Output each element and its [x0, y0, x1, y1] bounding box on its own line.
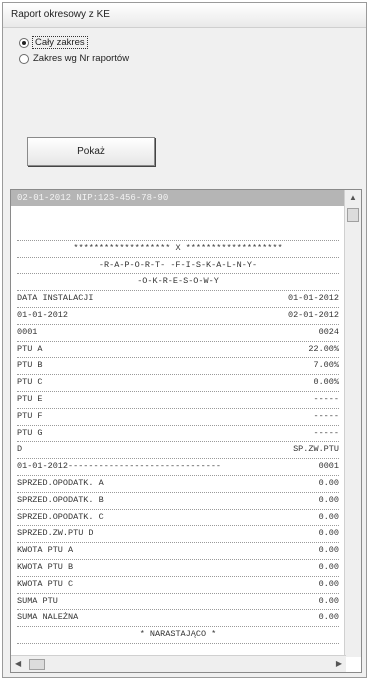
receipt-header: 02-01-2012 NIP:123-456-78-90	[11, 190, 346, 206]
receipt-line-label: PTU E	[17, 393, 43, 404]
receipt-line: PTU B 7.00%	[17, 358, 339, 376]
receipt-line: PTU C 0.00%	[17, 375, 339, 392]
receipt-line-value: 0.00	[318, 511, 339, 522]
receipt-line: * NARASTAJĄCO *	[17, 627, 339, 644]
receipt-line-label: KWOTA PTU C	[17, 578, 74, 589]
receipt-line: PTU F -----	[17, 409, 339, 426]
receipt-line-text: -O-K-R-E-S-O-W-Y	[137, 276, 219, 287]
receipt-line-label: PTU G	[17, 427, 43, 438]
receipt-line-value: -----	[313, 427, 339, 438]
receipt-line: SUMA PTU 0.00	[17, 594, 339, 611]
receipt-line-value: -----	[313, 393, 339, 404]
radio-report-range[interactable]	[19, 54, 29, 64]
receipt-line-label: SPRZED.OPODATK. A	[17, 477, 104, 488]
receipt-line: PTU G -----	[17, 426, 339, 443]
receipt-line-value: 0001	[318, 461, 339, 472]
receipt-line-label: PTU B	[17, 360, 43, 371]
window-title: Raport okresowy z KE	[11, 9, 110, 20]
receipt-line: 01-01-2012------------------------------…	[17, 459, 339, 476]
receipt-line-value: 0.00	[318, 545, 339, 556]
report-window: Raport okresowy z KE Cały zakres Zakres …	[2, 2, 367, 678]
receipt-line-label: PTU F	[17, 410, 43, 421]
receipt-line-value: 0.00	[318, 477, 339, 488]
receipt-line-label: KWOTA PTU B	[17, 561, 74, 572]
receipt-line-value: 7.00%	[313, 360, 339, 371]
receipt-view: 02-01-2012 NIP:123-456-78-90 ***********…	[10, 189, 362, 673]
receipt-line: PTU E -----	[17, 392, 339, 409]
receipt-line-value: 0024	[318, 326, 339, 337]
receipt-line-value: 0.00	[318, 595, 339, 606]
option-report-range[interactable]: Zakres wg Nr raportów	[17, 51, 247, 67]
arrow-right-icon[interactable]: ▶	[336, 659, 342, 668]
receipt-line-label: 0001	[17, 326, 38, 337]
receipt-line-value: 0.00	[318, 494, 339, 505]
horizontal-scrollbar[interactable]: ◀ ▶	[11, 655, 346, 672]
receipt-line-label: SPRZED.OPODATK. C	[17, 511, 104, 522]
receipt-line: SPRZED.OPODATK. A 0.00	[17, 476, 339, 493]
radio-full-range[interactable]	[19, 38, 29, 48]
receipt-line	[17, 224, 339, 241]
receipt-line-label: SUMA PTU	[17, 595, 58, 606]
receipt-line-label: 01-01-2012	[17, 309, 69, 320]
receipt-line-label: KWOTA PTU A	[17, 545, 74, 556]
receipt-line: ******************* X ******************…	[17, 241, 339, 258]
receipt-line-value: 01-01-2012	[287, 293, 339, 304]
option-full-range[interactable]: Cały zakres	[17, 35, 247, 51]
receipt-line-value: 22.00%	[308, 343, 339, 354]
receipt-line-text: * NARASTAJĄCO *	[139, 629, 217, 640]
receipt-line: DATA INSTALACJI 01-01-2012	[17, 291, 339, 308]
receipt-line: -R-A-P-O-R-T- -F-I-S-K-A-L-N-Y-	[17, 258, 339, 275]
receipt-line: D SP.ZW.PTU	[17, 442, 339, 460]
receipt-body: ******************* X ******************…	[17, 224, 339, 644]
option-report-range-label: Zakres wg Nr raportów	[33, 53, 130, 64]
receipt-line: KWOTA PTU A 0.00	[17, 543, 339, 560]
receipt-line: SPRZED.ZW.PTU D 0.00	[17, 526, 339, 544]
receipt-line: 01-01-2012 02-01-2012	[17, 308, 339, 325]
receipt-line: KWOTA PTU C 0.00	[17, 577, 339, 594]
receipt-line-text: ******************* X ******************…	[73, 242, 283, 253]
receipt-line-label: PTU C	[17, 377, 43, 388]
horizontal-scroll-thumb[interactable]	[29, 659, 45, 670]
receipt-line-text: -R-A-P-O-R-T- -F-I-S-K-A-L-N-Y-	[98, 259, 258, 270]
receipt-line-label: D	[17, 444, 23, 455]
receipt-line: PTU A 22.00%	[17, 342, 339, 359]
receipt-line-value: 0.00	[318, 612, 339, 623]
vertical-scrollbar[interactable]: ▲	[344, 190, 361, 657]
receipt-line-value: 0.00	[318, 561, 339, 572]
receipt-line-label: SPRZED.ZW.PTU D	[17, 528, 94, 539]
receipt-line: SPRZED.OPODATK. C 0.00	[17, 510, 339, 527]
receipt-line-label: SPRZED.OPODATK. B	[17, 494, 104, 505]
receipt-line-value: 0.00%	[313, 377, 339, 388]
receipt-line-value: SP.ZW.PTU	[293, 444, 339, 455]
title-bar: Raport okresowy z KE	[3, 3, 366, 28]
receipt-line-label: DATA INSTALACJI	[17, 293, 94, 304]
range-options: Cały zakres Zakres wg Nr raportów	[17, 35, 247, 67]
arrow-up-icon[interactable]: ▲	[349, 193, 357, 202]
receipt-line-value: 0.00	[318, 528, 339, 539]
receipt-line: SUMA NALEŻNA 0.00	[17, 610, 339, 628]
receipt-line: 0001 0024	[17, 325, 339, 342]
vertical-scroll-thumb[interactable]	[347, 208, 359, 222]
receipt-line-value: 0.00	[318, 578, 339, 589]
receipt-line: SPRZED.OPODATK. B 0.00	[17, 493, 339, 510]
receipt-line-label: SUMA NALEŻNA	[17, 612, 79, 623]
arrow-left-icon[interactable]: ◀	[15, 659, 21, 668]
receipt-line-label: PTU A	[17, 343, 43, 354]
option-full-range-label: Cały zakres	[32, 36, 88, 49]
receipt-line: KWOTA PTU B 0.00	[17, 560, 339, 577]
show-button[interactable]: Pokaż	[27, 137, 155, 166]
receipt-line-value: 02-01-2012	[287, 309, 339, 320]
receipt-line-label: 01-01-2012------------------------------	[17, 461, 222, 472]
receipt-line: -O-K-R-E-S-O-W-Y	[17, 274, 339, 292]
receipt-line-value: -----	[313, 410, 339, 421]
